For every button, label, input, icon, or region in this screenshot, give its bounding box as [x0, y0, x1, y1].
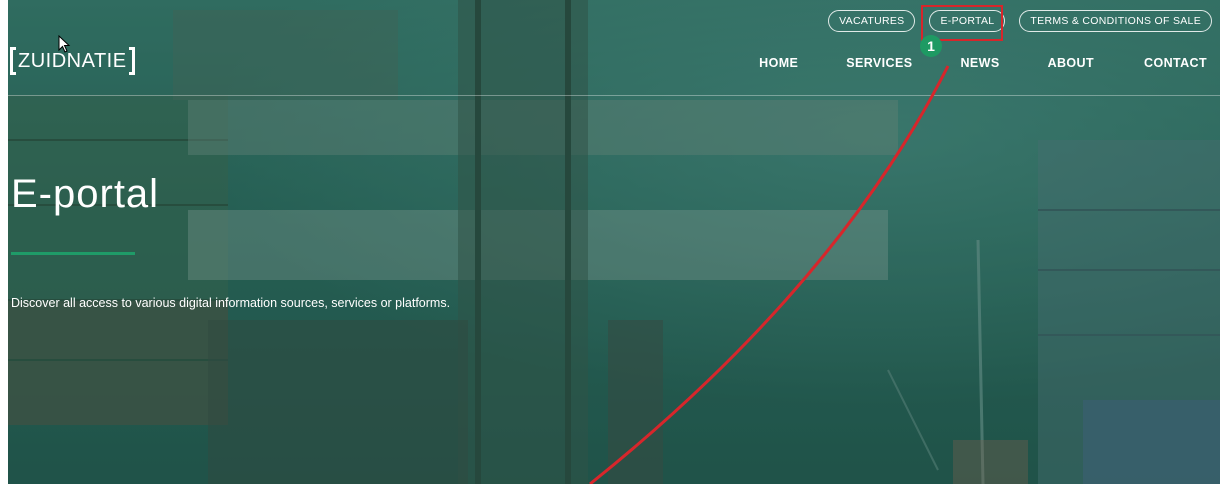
- nav-services[interactable]: SERVICES: [846, 56, 912, 70]
- header-divider: [0, 95, 1220, 96]
- vacatures-button[interactable]: VACATURES: [828, 10, 916, 32]
- step-marker: 1: [920, 35, 942, 57]
- nav-home[interactable]: HOME: [759, 56, 798, 70]
- mouse-cursor-icon: [58, 35, 71, 53]
- logo-text: ZUIDNATIE: [18, 50, 127, 72]
- main-nav: HOME SERVICES NEWS ABOUT CONTACT: [759, 56, 1207, 70]
- hero-banner: [8, 0, 1220, 484]
- nav-about[interactable]: ABOUT: [1048, 56, 1094, 70]
- site-logo[interactable]: ZUIDNATIE: [10, 47, 135, 75]
- nav-contact[interactable]: CONTACT: [1144, 56, 1207, 70]
- page-description: Discover all access to various digital i…: [11, 296, 451, 310]
- logo-bracket-right: [128, 47, 135, 75]
- title-underline: [11, 252, 135, 255]
- nav-news[interactable]: NEWS: [960, 56, 999, 70]
- utility-nav: VACATURES E-PORTAL TERMS & CONDITIONS OF…: [828, 10, 1212, 32]
- hero-overlay: [8, 0, 1220, 484]
- terms-conditions-button[interactable]: TERMS & CONDITIONS OF SALE: [1019, 10, 1212, 32]
- page-title: E-portal: [11, 172, 160, 216]
